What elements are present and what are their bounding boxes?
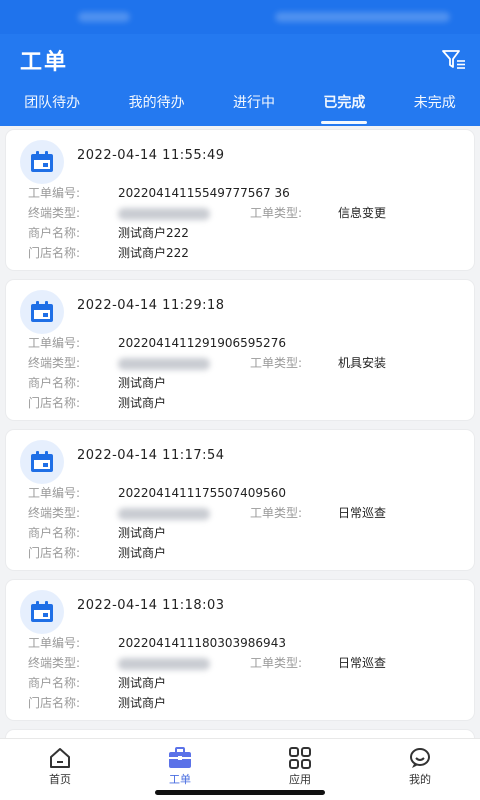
store-row: 门店名称: 测试商户 — [28, 694, 166, 712]
card-time: 2022-04-14 11:17:54 — [77, 448, 225, 463]
merchant-value: 测试商户222 — [118, 226, 189, 240]
merchant-value: 测试商户 — [118, 676, 167, 690]
terminal-type-row: 终端类型: — [28, 204, 210, 222]
order-no-value: 20220414115549777567 36 — [118, 186, 290, 200]
order-type-value: 信息变更 — [338, 206, 387, 220]
work-order-list: 2022-04-14 11:55:49 工单编号: 202204141155497… — [6, 130, 474, 760]
grid-icon — [289, 747, 311, 769]
calendar-icon — [20, 140, 64, 184]
calendar-icon — [20, 290, 64, 334]
store-value: 测试商户222 — [118, 246, 189, 260]
order-no-row: 工单编号: 2022041411291906595276 — [28, 334, 286, 352]
terminal-type-label: 终端类型: — [28, 206, 81, 220]
terminal-type-row: 终端类型: — [28, 504, 210, 522]
nav-home[interactable]: 首页 — [0, 739, 120, 800]
calendar-icon — [20, 440, 64, 484]
terminal-type-redacted — [118, 507, 210, 520]
order-no-value: 2022041411180303986943 — [118, 636, 286, 650]
filter-icon — [442, 50, 465, 69]
work-order-card[interactable]: 2022-04-14 11:18:03 工单编号: 202204141118030… — [6, 580, 474, 720]
card-time: 2022-04-14 11:18:03 — [77, 598, 225, 613]
card-time: 2022-04-14 11:29:18 — [77, 298, 225, 313]
merchant-row: 商户名称: 测试商户 — [28, 524, 166, 542]
terminal-type-label: 终端类型: — [28, 356, 81, 370]
terminal-type-label: 终端类型: — [28, 656, 81, 670]
page-title: 工单 — [20, 50, 69, 75]
terminal-type-redacted — [118, 357, 210, 370]
card-time: 2022-04-14 11:55:49 — [77, 148, 225, 163]
merchant-label: 商户名称: — [28, 376, 81, 390]
store-label: 门店名称: — [28, 546, 81, 560]
home-icon — [50, 748, 70, 768]
order-no-row: 工单编号: 20220414115549777567 36 — [28, 184, 290, 202]
filter-button[interactable] — [440, 46, 468, 74]
store-label: 门店名称: — [28, 696, 81, 710]
nav-work-order-label: 工单 — [169, 773, 191, 786]
order-no-label: 工单编号: — [28, 186, 81, 200]
order-type-value: 日常巡查 — [338, 656, 387, 670]
terminal-type-redacted — [118, 207, 210, 220]
order-no-label: 工单编号: — [28, 636, 81, 650]
order-type-value: 机具安装 — [338, 356, 387, 370]
order-type-label: 工单类型: — [250, 656, 303, 670]
nav-mine-label: 我的 — [409, 773, 431, 786]
merchant-row: 商户名称: 测试商户 — [28, 374, 166, 392]
nav-home-label: 首页 — [49, 773, 71, 786]
status-bar-blurred-text — [78, 12, 130, 22]
status-bar — [0, 0, 480, 34]
tab-team-todo[interactable]: 团队待办 — [22, 86, 82, 126]
briefcase-icon — [169, 747, 191, 768]
merchant-label: 商户名称: — [28, 226, 81, 240]
nav-mine[interactable]: 我的 — [360, 739, 480, 800]
status-bar-blurred-icons — [275, 12, 450, 22]
work-order-card[interactable]: 2022-04-14 11:55:49 工单编号: 202204141155497… — [6, 130, 474, 270]
merchant-label: 商户名称: — [28, 676, 81, 690]
merchant-value: 测试商户 — [118, 526, 167, 540]
store-row: 门店名称: 测试商户 — [28, 544, 166, 562]
terminal-type-redacted — [118, 657, 210, 670]
merchant-value: 测试商户 — [118, 376, 167, 390]
order-no-row: 工单编号: 2022041411175507409560 — [28, 484, 286, 502]
calendar-icon — [20, 590, 64, 634]
order-type-label: 工单类型: — [250, 506, 303, 520]
merchant-row: 商户名称: 测试商户 — [28, 674, 166, 692]
store-row: 门店名称: 测试商户 — [28, 394, 166, 412]
nav-apps-label: 应用 — [289, 773, 311, 786]
store-label: 门店名称: — [28, 396, 81, 410]
order-type-value: 日常巡查 — [338, 506, 387, 520]
order-no-value: 2022041411291906595276 — [118, 336, 286, 350]
store-value: 测试商户 — [118, 696, 167, 710]
tab-my-todo[interactable]: 我的待办 — [127, 86, 187, 126]
tab-in-progress[interactable]: 进行中 — [231, 86, 277, 126]
tab-completed[interactable]: 已完成 — [321, 86, 368, 126]
order-type-label: 工单类型: — [250, 356, 303, 370]
merchant-label: 商户名称: — [28, 526, 81, 540]
order-no-label: 工单编号: — [28, 486, 81, 500]
terminal-type-row: 终端类型: — [28, 654, 210, 672]
order-no-value: 2022041411175507409560 — [118, 486, 286, 500]
user-chat-icon — [410, 748, 430, 768]
tab-incomplete[interactable]: 未完成 — [412, 86, 458, 126]
terminal-type-label: 终端类型: — [28, 506, 81, 520]
store-label: 门店名称: — [28, 246, 81, 260]
terminal-type-row: 终端类型: — [28, 354, 210, 372]
order-no-label: 工单编号: — [28, 336, 81, 350]
work-order-card[interactable]: 2022-04-14 11:17:54 工单编号: 202204141117550… — [6, 430, 474, 570]
merchant-row: 商户名称: 测试商户222 — [28, 224, 189, 242]
tab-bar: 团队待办 我的待办 进行中 已完成 未完成 — [0, 86, 480, 126]
work-order-card[interactable]: 2022-04-14 11:29:18 工单编号: 202204141129190… — [6, 280, 474, 420]
order-no-row: 工单编号: 2022041411180303986943 — [28, 634, 286, 652]
order-type-label: 工单类型: — [250, 206, 303, 220]
app-bar: 工单 团队待办 我的待办 进行中 已完成 未完成 — [0, 34, 480, 126]
store-value: 测试商户 — [118, 396, 167, 410]
store-row: 门店名称: 测试商户222 — [28, 244, 189, 262]
home-indicator — [155, 790, 325, 795]
store-value: 测试商户 — [118, 546, 167, 560]
